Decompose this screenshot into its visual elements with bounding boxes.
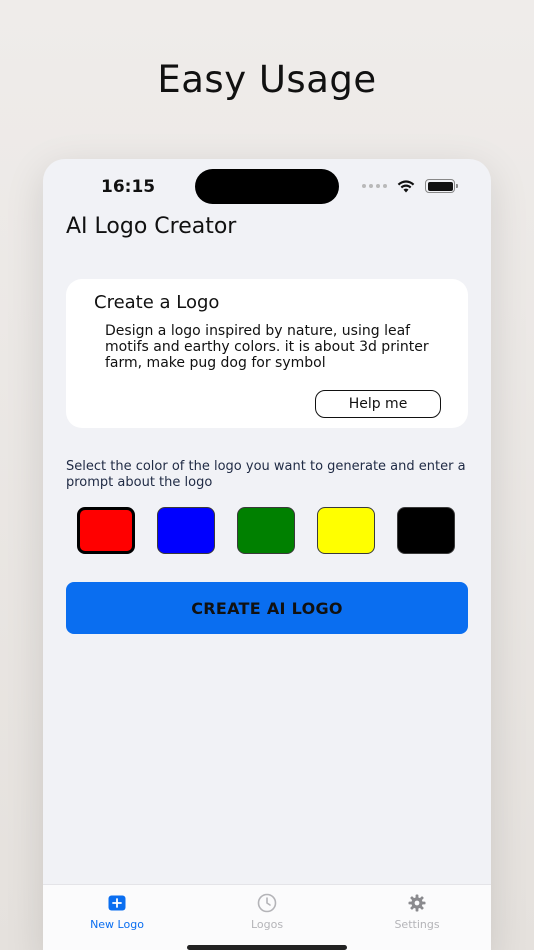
plus-square-icon xyxy=(107,893,127,913)
wifi-icon xyxy=(397,179,415,192)
phone-frame: 16:15 AI Logo Creator Create a Logo Desi… xyxy=(43,159,491,950)
tab-label: Logos xyxy=(250,918,284,931)
battery-icon xyxy=(425,179,458,193)
dynamic-island xyxy=(195,169,339,204)
instructions-text: Select the color of the logo you want to… xyxy=(66,459,466,490)
card-title: Create a Logo xyxy=(94,292,220,313)
color-swatch-blue[interactable] xyxy=(157,507,215,554)
color-swatch-green[interactable] xyxy=(237,507,295,554)
color-swatch-yellow[interactable] xyxy=(317,507,375,554)
color-swatch-black[interactable] xyxy=(397,507,455,554)
color-picker xyxy=(77,507,455,554)
signal-icon xyxy=(362,184,387,188)
prompt-input[interactable]: Design a logo inspired by nature, using … xyxy=(105,323,440,371)
tab-label: Settings xyxy=(394,918,440,931)
status-icons xyxy=(362,179,458,193)
create-logo-card: Create a Logo Design a logo inspired by … xyxy=(66,279,468,428)
app-title: AI Logo Creator xyxy=(66,214,237,239)
help-me-button[interactable]: Help me xyxy=(315,390,441,418)
tab-settings[interactable]: Settings xyxy=(367,893,467,931)
status-time: 16:15 xyxy=(101,177,156,197)
gear-icon xyxy=(407,893,427,913)
tab-label: New Logo xyxy=(90,918,144,931)
tab-logos[interactable]: Logos xyxy=(217,893,317,931)
tab-new-logo[interactable]: New Logo xyxy=(67,893,167,931)
home-indicator xyxy=(187,945,347,950)
tab-bar: New Logo Logos Settings xyxy=(43,884,491,950)
create-ai-logo-button[interactable]: CREATE AI LOGO xyxy=(66,582,468,634)
clock-icon xyxy=(257,893,277,913)
page-headline: Easy Usage xyxy=(157,58,377,101)
color-swatch-red[interactable] xyxy=(77,507,135,554)
